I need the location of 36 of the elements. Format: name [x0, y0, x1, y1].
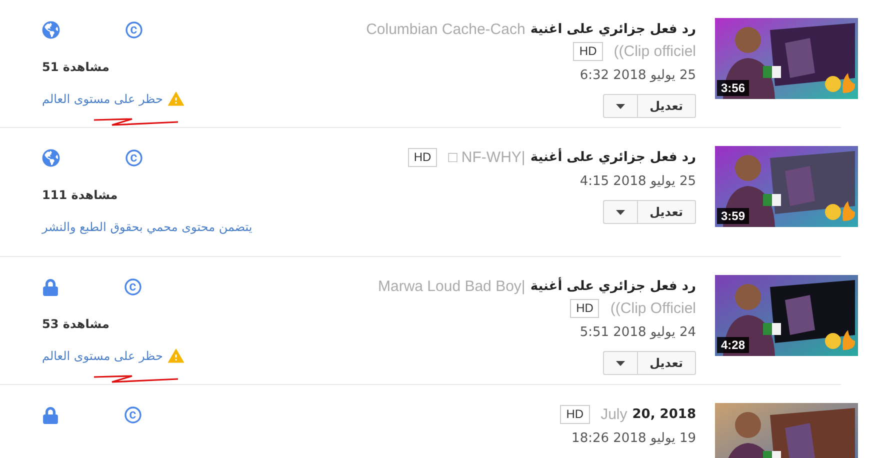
edit-button[interactable]: تعديل: [636, 351, 696, 375]
hd-label: HD: [560, 404, 590, 424]
caret-icon: [616, 104, 625, 108]
caret-icon: [616, 360, 625, 366]
dropdown-button[interactable]: [602, 94, 637, 118]
dropdown-button[interactable]: [602, 200, 637, 224]
caret-icon: [616, 210, 625, 214]
hd-label: HD: [573, 42, 603, 60]
video-title[interactable]: رد فعل جزائري على أغنية: [530, 150, 696, 164]
edit-button[interactable]: تعديل: [636, 94, 696, 118]
view-count: 53 مشاهدة: [42, 316, 110, 333]
copyright-icon: [124, 148, 144, 168]
upload-date: 19 يوليو 2018 18:26: [572, 430, 696, 448]
view-count: 111 مشاهدة: [42, 187, 119, 204]
edit-button[interactable]: تعديل: [636, 200, 696, 224]
hd-label: HD: [408, 148, 438, 166]
upload-date: 25 يوليو 2018 4:15: [580, 173, 696, 191]
notice-text: حظر على مستوى العالم: [42, 92, 163, 106]
video-title[interactable]: 20, 2018: [632, 406, 696, 422]
warning-icon: [166, 90, 185, 108]
hd-label: HD: [570, 298, 600, 318]
dropdown-button[interactable]: [602, 351, 637, 375]
duration-label: 3:56: [717, 80, 750, 96]
upload-date: 24 يوليو 2018 5:51: [580, 324, 696, 342]
copyright-icon: [124, 20, 144, 40]
warning-icon: [166, 347, 185, 365]
notice-text: يتضمن محتوى محمي بحقوق الطبع والنشر: [42, 220, 252, 234]
video-title[interactable]: رد فعل جزائري على اغنية: [530, 22, 696, 36]
view-count: 51 مشاهدة: [42, 59, 110, 76]
copyright-icon: [123, 277, 143, 297]
copyright-icon: [123, 405, 143, 425]
video-title[interactable]: رد فعل جزائري على أغنية: [530, 278, 696, 294]
notice-text: حظر على مستوى العالم: [42, 349, 163, 363]
duration-label: 4:28: [717, 337, 750, 353]
upload-date: 25 يوليو 2018 6:32: [580, 67, 696, 85]
duration-label: 3:59: [717, 208, 750, 224]
